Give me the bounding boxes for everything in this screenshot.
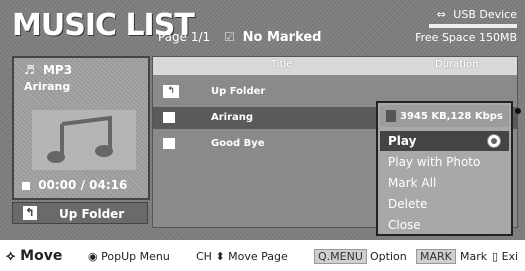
time-label: 00:00 / 04:16 — [38, 178, 128, 192]
list-item-label: Arirang — [211, 112, 254, 123]
popup-hint: ◉ PopUp Menu — [88, 250, 170, 263]
now-playing-panel: ♬ MP3 Arirang 00:00 / 04:16 — [12, 56, 150, 200]
menu-item-label: Close — [388, 218, 421, 232]
file-type: ♬ MP3 — [24, 63, 72, 77]
music-type-icon: ♬ — [24, 63, 35, 77]
move-label: Move — [20, 248, 63, 264]
menu-item-mark-all[interactable]: Mark All — [380, 173, 509, 193]
list-item-label: Good Bye — [211, 138, 265, 149]
menu-item-play[interactable]: Play — [380, 131, 509, 151]
song-title: Arirang — [24, 80, 71, 93]
usb-icon: ⇔ — [436, 8, 446, 21]
ch-hint: CH ⬍ Move Page — [196, 250, 288, 263]
ch-label: CH — [196, 250, 212, 263]
file-info-text: 3945 KB,128 Kbps — [400, 111, 503, 122]
move-page-label: Move Page — [228, 250, 288, 263]
key-guide-bar: ⟡ Move ◉ PopUp Menu CH ⬍ Move Page Q.MEN… — [0, 246, 525, 268]
stop-icon — [22, 181, 30, 190]
mark-icon: ☑ — [224, 30, 235, 44]
menu-item-label: Play — [388, 134, 417, 148]
page-indicator: Page 1/1 — [158, 30, 211, 44]
playback-time: 00:00 / 04:16 — [22, 178, 127, 192]
file-info: 3945 KB,128 Kbps — [380, 105, 509, 127]
popup-menu: 3945 KB,128 Kbps Play Play with Photo Ma… — [376, 101, 513, 236]
ok-button-icon: ◉ — [88, 250, 98, 263]
menu-item-close[interactable]: Close — [380, 215, 509, 235]
usb-device-info: ⇔ USB Device Free Space 150MB — [415, 8, 517, 44]
menu-item-label: Delete — [388, 197, 428, 211]
option-label: Option — [370, 250, 407, 263]
list-header: Title Duration — [153, 57, 517, 75]
free-space: Free Space 150MB — [415, 31, 517, 44]
up-folder-button[interactable]: ↰ Up Folder — [12, 202, 148, 224]
ch-updown-icon: ⬍ — [215, 250, 225, 263]
radio-selected-icon — [487, 134, 501, 148]
column-duration: Duration — [435, 59, 479, 70]
list-item[interactable]: ↰ Up Folder — [153, 81, 517, 103]
storage-bar — [429, 24, 517, 28]
list-item-label: Up Folder — [211, 86, 266, 97]
qmenu-key: Q.MENU — [314, 249, 367, 264]
file-checkbox[interactable] — [163, 138, 175, 149]
file-icon — [386, 110, 396, 122]
menu-item-delete[interactable]: Delete — [380, 194, 509, 214]
music-note-icon — [32, 110, 136, 170]
exit-hint: ▯ Exi — [492, 250, 518, 263]
music-list-screen: MUSIC LIST Page 1/1 ☑ No Marked ⇔ USB De… — [0, 0, 525, 240]
exit-icon: ▯ — [492, 250, 499, 263]
marked-status: No Marked — [242, 30, 322, 45]
folder-icon: ↰ — [163, 85, 179, 98]
mark-key: MARK — [416, 249, 456, 264]
file-type-label: MP3 — [42, 63, 73, 77]
exit-label: Exi — [501, 250, 519, 263]
pointer-dot — [515, 108, 521, 114]
menu-item-label: Mark All — [388, 176, 437, 190]
move-hint: ⟡ Move — [6, 248, 62, 264]
up-folder-icon: ↰ — [23, 206, 37, 220]
menu-item-play-with-photo[interactable]: Play with Photo — [380, 152, 509, 172]
arrows-icon: ⟡ — [6, 248, 16, 264]
mark-label: Mark — [460, 250, 488, 263]
popup-menu-label: PopUp Menu — [101, 250, 170, 263]
up-folder-label: Up Folder — [59, 207, 125, 221]
menu-item-label: Play with Photo — [388, 155, 481, 169]
device-name: USB Device — [453, 8, 517, 21]
page-info: Page 1/1 ☑ No Marked — [158, 30, 322, 45]
file-checkbox[interactable] — [163, 112, 175, 123]
column-title: Title — [271, 59, 293, 70]
